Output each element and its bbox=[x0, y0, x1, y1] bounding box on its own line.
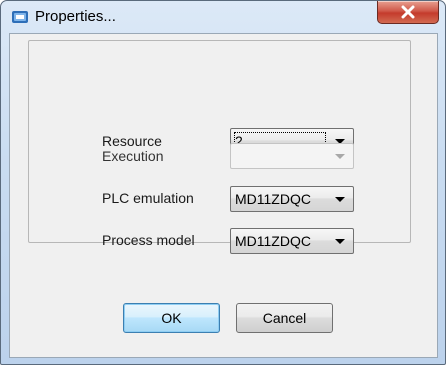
ok-button[interactable]: OK bbox=[123, 303, 220, 333]
process-model-label: Process model bbox=[102, 232, 195, 248]
title-bar[interactable]: Properties... bbox=[1, 1, 445, 33]
plc-emulation-value: MD11ZDQC bbox=[235, 191, 311, 207]
cancel-button[interactable]: Cancel bbox=[236, 303, 333, 333]
plc-emulation-label: PLC emulation bbox=[102, 190, 194, 206]
chevron-down-icon bbox=[335, 154, 345, 159]
chevron-down-icon bbox=[335, 197, 345, 202]
window-title: Properties... bbox=[35, 8, 116, 25]
process-model-value: MD11ZDQC bbox=[235, 233, 311, 249]
close-button[interactable] bbox=[377, 1, 439, 24]
execution-select bbox=[230, 143, 354, 169]
process-model-select[interactable]: MD11ZDQC bbox=[230, 228, 354, 254]
emu-app-icon bbox=[11, 9, 29, 25]
chevron-down-icon bbox=[335, 239, 345, 244]
execution-label: Execution bbox=[102, 148, 164, 164]
plc-emulation-select[interactable]: MD11ZDQC bbox=[230, 186, 354, 212]
close-icon bbox=[401, 5, 415, 19]
resource-label: Resource bbox=[102, 133, 162, 149]
